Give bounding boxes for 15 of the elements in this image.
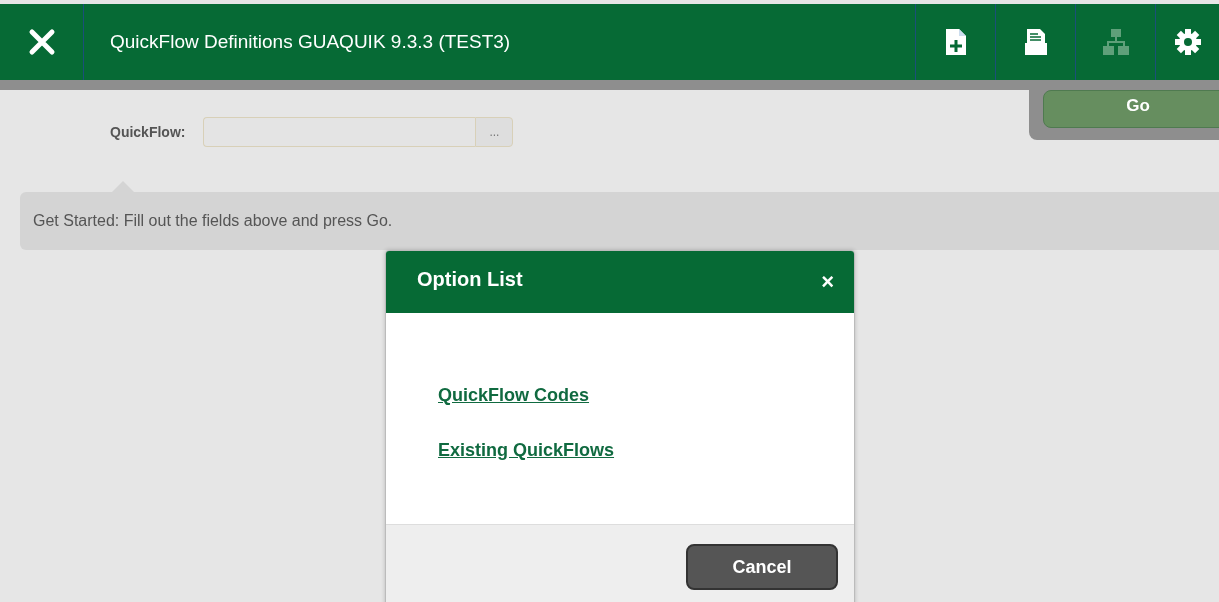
settings-icon bbox=[1173, 28, 1202, 56]
dialog-title: Option List bbox=[417, 267, 523, 292]
document-icon bbox=[1023, 28, 1048, 56]
info-message: Get Started: Fill out the fields above and press Go. bbox=[33, 212, 393, 230]
option-link[interactable]: QuickFlow Codes bbox=[438, 385, 590, 406]
cancel-button[interactable]: Cancel bbox=[686, 544, 838, 590]
hierarchy-icon bbox=[1101, 28, 1130, 56]
field-label: QuickFlow: bbox=[110, 124, 186, 140]
quickflow-field[interactable] bbox=[203, 117, 476, 147]
option-link[interactable]: Existing QuickFlows bbox=[438, 440, 615, 461]
close-button[interactable]: × bbox=[821, 269, 834, 295]
window-title: QuickFlow Definitions GUAQUIK 9.3.3 (TEST3) bbox=[110, 31, 512, 53]
add-document-icon bbox=[944, 28, 967, 56]
lookup-button[interactable]: ... bbox=[475, 117, 514, 147]
go-button[interactable]: Go bbox=[1043, 90, 1219, 128]
